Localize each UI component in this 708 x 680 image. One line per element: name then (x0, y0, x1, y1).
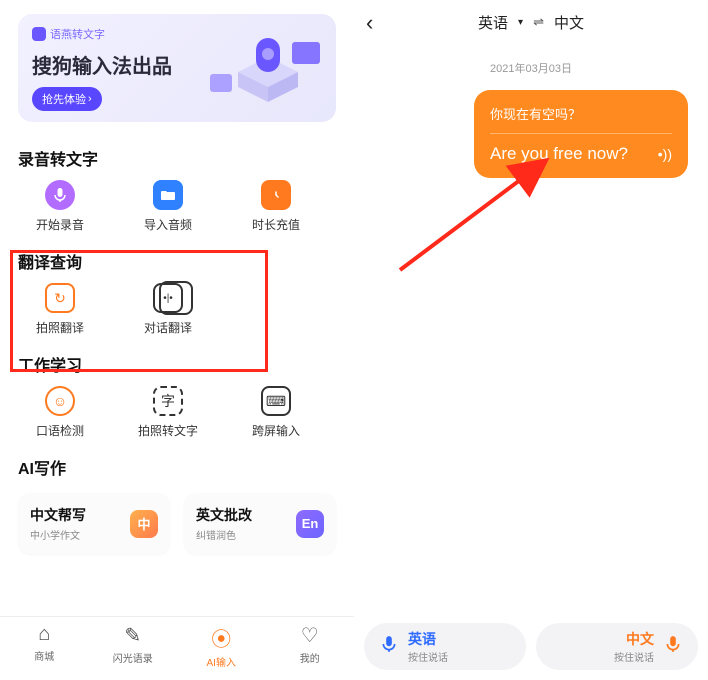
clock-icon (261, 180, 291, 210)
speak-english-button[interactable]: 英语 按住说话 (364, 623, 526, 670)
dropdown-icon: ▾ (518, 17, 523, 28)
mic-icon (45, 180, 75, 210)
profile-icon: ♡ (301, 623, 319, 648)
cn-badge-icon: 中 (130, 510, 158, 538)
ai-cards-row: 中文帮写 中小学作文 中 英文批改 纠错润色 En (18, 493, 336, 554)
row-recording: 开始录音 导入音频 时长充值 (6, 178, 354, 235)
camera-translate-icon: ↻ (45, 283, 75, 313)
folder-icon (153, 180, 183, 210)
ocr-icon: 字 (153, 386, 183, 416)
banner-tag: 语燕转文字 (32, 26, 105, 42)
bottom-nav: ⌂ 商城 ✎ 闪光语录 ⦿ AI输入 ♡ 我的 (0, 616, 354, 674)
speak-buttons-row: 英语 按住说话 中文 按住说话 (364, 623, 698, 670)
speaking-test-button[interactable]: ☺ 口语检测 (6, 384, 114, 441)
en-badge-icon: En (296, 510, 324, 538)
photo-to-text-button[interactable]: 字 拍照转文字 (114, 384, 222, 441)
banner-illustration (208, 24, 328, 112)
conversation-translate-button[interactable]: •|• 对话翻译 (114, 281, 222, 338)
target-language: 中文 (554, 12, 584, 33)
ai-card-en-correction[interactable]: 英文批改 纠错润色 En (184, 493, 336, 554)
back-button[interactable]: ‹ (366, 10, 373, 36)
section-title-translate: 翻译查询 (18, 249, 336, 273)
mic-icon (380, 635, 398, 658)
source-language: 英语 (478, 12, 508, 33)
mic-icon (664, 635, 682, 658)
speech-check-icon: ☺ (45, 386, 75, 416)
speaker-icon[interactable]: •)) (658, 146, 672, 162)
tools-screen: 语燕转文字 搜狗输入法出品 抢先体验 录音转文字 (0, 0, 354, 680)
row-study: ☺ 口语检测 字 拍照转文字 ⌨ 跨屏输入 (6, 384, 354, 441)
bubble-target-text: Are you free now? (490, 144, 628, 164)
dialogue-icon: •|• (153, 283, 183, 313)
section-title-recording: 录音转文字 (18, 146, 336, 170)
chat-date: 2021年03月03日 (354, 60, 708, 76)
row-translate: ↻ 拍照翻译 •|• 对话翻译 (6, 281, 354, 338)
cross-screen-input-button[interactable]: ⌨ 跨屏输入 (222, 384, 330, 441)
nav-ai-input[interactable]: ⦿ AI输入 (186, 623, 256, 674)
bubble-source-text: 你现在有空吗？ (490, 104, 672, 123)
banner-button[interactable]: 抢先体验 (32, 87, 102, 111)
translate-chat-screen: ‹ 英语 ▾ ⇌ 中文 2021年03月03日 你现在有空吗？ Are you … (354, 0, 708, 680)
topup-duration-button[interactable]: 时长充值 (222, 178, 330, 235)
nav-notes[interactable]: ✎ 闪光语录 (98, 623, 168, 674)
section-title-ai: AI写作 (18, 455, 336, 479)
bubble-divider (490, 133, 672, 134)
ai-card-cn-writing[interactable]: 中文帮写 中小学作文 中 (18, 493, 170, 554)
ai-icon: ⦿ (211, 623, 231, 652)
section-title-study: 工作学习 (18, 352, 336, 376)
language-switcher[interactable]: 英语 ▾ ⇌ 中文 (478, 12, 584, 33)
banner-tag-text: 语燕转文字 (50, 26, 105, 42)
translate-header: ‹ 英语 ▾ ⇌ 中文 (354, 0, 708, 44)
swap-icon[interactable]: ⇌ (533, 14, 544, 30)
nav-profile[interactable]: ♡ 我的 (275, 623, 345, 674)
quote-icon: ✎ (124, 623, 141, 648)
start-recording-button[interactable]: 开始录音 (6, 178, 114, 235)
speak-chinese-button[interactable]: 中文 按住说话 (536, 623, 698, 670)
nav-store[interactable]: ⌂ 商城 (9, 623, 79, 674)
import-audio-button[interactable]: 导入音频 (114, 178, 222, 235)
photo-translate-button[interactable]: ↻ 拍照翻译 (6, 281, 114, 338)
store-icon: ⌂ (38, 623, 50, 646)
promo-banner[interactable]: 语燕转文字 搜狗输入法出品 抢先体验 (18, 14, 336, 122)
banner-tag-icon (32, 27, 46, 41)
translation-bubble[interactable]: 你现在有空吗？ Are you free now? •)) (474, 90, 688, 178)
monitor-icon: ⌨ (261, 386, 291, 416)
